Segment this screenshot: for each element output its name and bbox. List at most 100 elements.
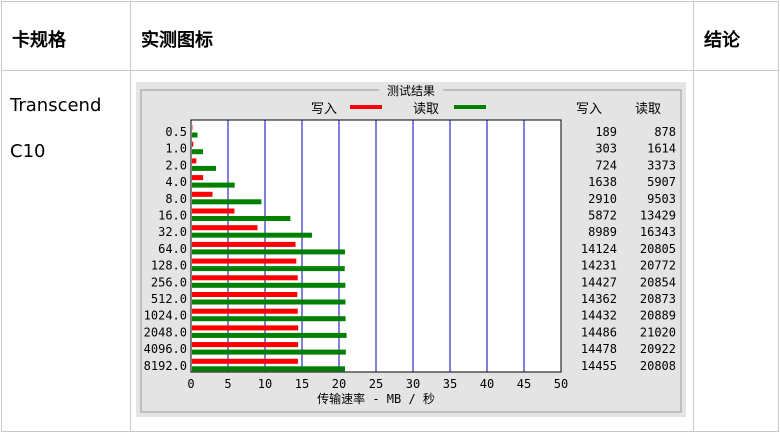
bar-write: [192, 308, 298, 314]
y-tick-label: 16.0: [158, 209, 187, 223]
value-write: 8989: [588, 225, 617, 239]
card-class: C10: [10, 141, 46, 162]
y-tick-label: 128.0: [151, 259, 187, 273]
benchmark-chart-svg: 测试结果 0 5 10 15 20 25 30 35 40 45 50 传输速率 - MB / 秒 写入 读…: [136, 82, 686, 417]
value-write: 14231: [581, 259, 617, 273]
value-write: 303: [595, 142, 617, 156]
y-tick-label: 4096.0: [144, 342, 187, 356]
value-read: 20808: [640, 359, 676, 373]
value-read: 20772: [640, 259, 676, 273]
value-read: 20889: [640, 309, 676, 323]
bar-write: [192, 325, 299, 331]
value-write: 724: [595, 158, 617, 172]
bar-read: [192, 282, 346, 288]
value-write: 14486: [581, 325, 617, 339]
header-card-spec: 卡规格: [1, 1, 131, 71]
value-write: 14478: [581, 342, 617, 356]
value-read: 1614: [647, 142, 676, 156]
bar-read: [192, 332, 347, 338]
header-measured-chart-label: 实测图标: [141, 30, 213, 51]
value-write: 1638: [588, 175, 617, 189]
header-measured-chart: 实测图标: [130, 1, 694, 71]
bar-write: [192, 191, 213, 197]
bar-read: [192, 349, 346, 355]
x-tick-label-50: 50: [554, 377, 568, 391]
value-read: 20854: [640, 275, 676, 289]
value-read: 3373: [647, 158, 676, 172]
x-tick-label-10: 10: [258, 377, 272, 391]
legend-write-label: 写入: [311, 102, 337, 117]
header-conclusion-label: 结论: [704, 30, 740, 51]
x-tick-label-5: 5: [224, 377, 231, 391]
legend-write-swatch: [350, 105, 382, 109]
bar-write: [192, 342, 299, 348]
bar-write: [192, 358, 298, 364]
value-write: 14362: [581, 292, 617, 306]
bar-write: [192, 158, 197, 164]
value-write: 2910: [588, 192, 617, 206]
bar-write: [192, 175, 204, 181]
value-write: 14455: [581, 359, 617, 373]
x-axis-label: 传输速率 - MB / 秒: [317, 391, 435, 406]
bar-read: [192, 316, 346, 322]
value-read: 5907: [647, 175, 676, 189]
bar-read: [192, 132, 198, 138]
value-write: 189: [595, 125, 617, 139]
conclusion-cell: [693, 70, 779, 432]
value-read: 21020: [640, 325, 676, 339]
value-read: 20805: [640, 242, 676, 256]
bar-write: [192, 292, 298, 297]
header-conclusion: 结论: [693, 1, 779, 71]
value-column-write: 写入: [576, 102, 602, 117]
bar-write: [192, 225, 258, 231]
x-tick-label-0: 0: [187, 377, 194, 391]
bar-write: [192, 208, 235, 214]
bar-read: [192, 199, 262, 205]
card-spec-cell: Transcend C10: [1, 70, 131, 432]
bar-read: [192, 216, 291, 221]
value-write: 14427: [581, 275, 617, 289]
y-tick-label: 4.0: [165, 175, 187, 189]
bar-write: [192, 141, 194, 147]
value-write: 14432: [581, 309, 617, 323]
value-read: 878: [654, 125, 676, 139]
y-tick-label: 2048.0: [144, 325, 187, 339]
value-read: 16343: [640, 225, 676, 239]
y-tick-label: 8.0: [165, 192, 187, 206]
value-write: 14124: [581, 242, 617, 256]
bar-read: [192, 165, 216, 171]
legend-read-label: 读取: [413, 102, 439, 117]
x-tick-label-20: 20: [332, 377, 346, 391]
legend-read-swatch: [454, 105, 486, 109]
y-tick-label: 1024.0: [144, 309, 187, 323]
y-tick-label: 256.0: [151, 275, 187, 289]
y-tick-label: 8192.0: [144, 359, 187, 373]
card-name: Transcend: [10, 95, 102, 116]
header-card-spec-label: 卡规格: [12, 30, 66, 51]
y-tick-label: 64.0: [158, 242, 187, 256]
x-tick-label-30: 30: [406, 377, 420, 391]
x-tick-label-35: 35: [443, 377, 457, 391]
y-tick-label: 512.0: [151, 292, 187, 306]
bar-write: [192, 275, 298, 281]
y-tick-label: 32.0: [158, 225, 187, 239]
y-tick-label: 2.0: [165, 158, 187, 172]
bar-read: [192, 366, 345, 372]
value-write: 5872: [588, 209, 617, 223]
value-read: 13429: [640, 209, 676, 223]
x-tick-label-15: 15: [295, 377, 309, 391]
benchmark-chart: 测试结果 0 5 10 15 20 25 30 35 40 45 50 传输速率 - MB / 秒 写入 读…: [136, 82, 686, 417]
chart-title: 测试结果: [387, 83, 435, 98]
bar-read: [192, 232, 312, 238]
x-tick-label-25: 25: [369, 377, 383, 391]
bar-read: [192, 249, 345, 255]
y-tick-label: 1.0: [165, 142, 187, 156]
value-column-read: 读取: [635, 102, 661, 117]
bar-read: [192, 149, 203, 155]
bar-read: [192, 299, 346, 305]
page: 卡规格 实测图标 结论 Transcend C10 测试结果 0 5 10 15 20 25…: [0, 0, 780, 433]
value-read: 9503: [647, 192, 676, 206]
x-tick-label-45: 45: [517, 377, 531, 391]
bar-read: [192, 266, 345, 272]
y-tick-label: 0.5: [165, 125, 187, 139]
